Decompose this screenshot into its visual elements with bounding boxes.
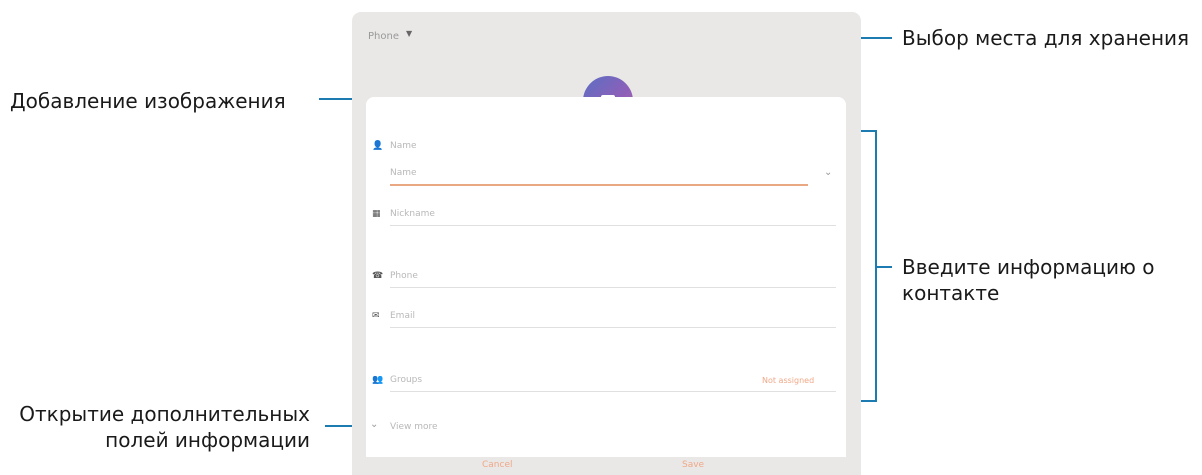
phone-input[interactable]: Phone [390, 271, 418, 281]
callout-add-image: Добавление изображения [10, 89, 286, 113]
email-underline [390, 327, 836, 328]
groups-underline [390, 391, 836, 392]
contact-form-card: 👤 Name Name ⌄ ▦ Nickname ☎ Phone ✉ Email… [366, 97, 846, 457]
callout-more-fields-line1: Открытие дополнительных [19, 402, 310, 426]
email-input[interactable]: Email [390, 311, 415, 321]
save-button[interactable]: Save [682, 460, 704, 470]
chevron-down-icon[interactable]: ⌄ [824, 167, 832, 178]
chevron-down-icon[interactable]: ▼ [406, 29, 412, 38]
name-input[interactable]: Name [390, 168, 417, 178]
callout-storage: Выбор места для хранения [902, 26, 1190, 50]
group-icon: 👥 [372, 375, 384, 385]
cancel-button[interactable]: Cancel [482, 460, 513, 470]
groups-field[interactable]: Groups [390, 375, 422, 385]
person-icon: 👤 [372, 141, 384, 151]
view-more-button[interactable]: View more [390, 422, 438, 432]
nickname-underline [390, 225, 836, 226]
callout-more-fields: Открытие дополнительных полей информации [0, 401, 310, 453]
bracket-bottom [860, 400, 876, 402]
callout-enter-info-line1: Введите информацию о [902, 255, 1155, 279]
name-underline [390, 184, 808, 186]
storage-selector[interactable]: Phone [368, 31, 399, 42]
chevron-down-icon[interactable]: ⌄ [370, 419, 378, 430]
name-field-label: Name [390, 141, 417, 151]
email-icon: ✉ [372, 311, 380, 321]
phone-underline [390, 287, 836, 288]
phone-icon: ☎ [372, 271, 384, 281]
phone-screen: Phone ▼ 👤 Name Name ⌄ ▦ Nickname ☎ Phone… [352, 12, 861, 475]
groups-assign-action[interactable]: Not assigned [762, 376, 814, 385]
callout-enter-info: Введите информацию о контакте [902, 254, 1154, 306]
bracket-top [860, 130, 876, 132]
callout-more-fields-line2: полей информации [105, 428, 310, 452]
company-icon: ▦ [372, 209, 381, 219]
nickname-input[interactable]: Nickname [390, 209, 435, 219]
bracket-leader-line [876, 266, 892, 268]
callout-enter-info-line2: контакте [902, 281, 1000, 305]
